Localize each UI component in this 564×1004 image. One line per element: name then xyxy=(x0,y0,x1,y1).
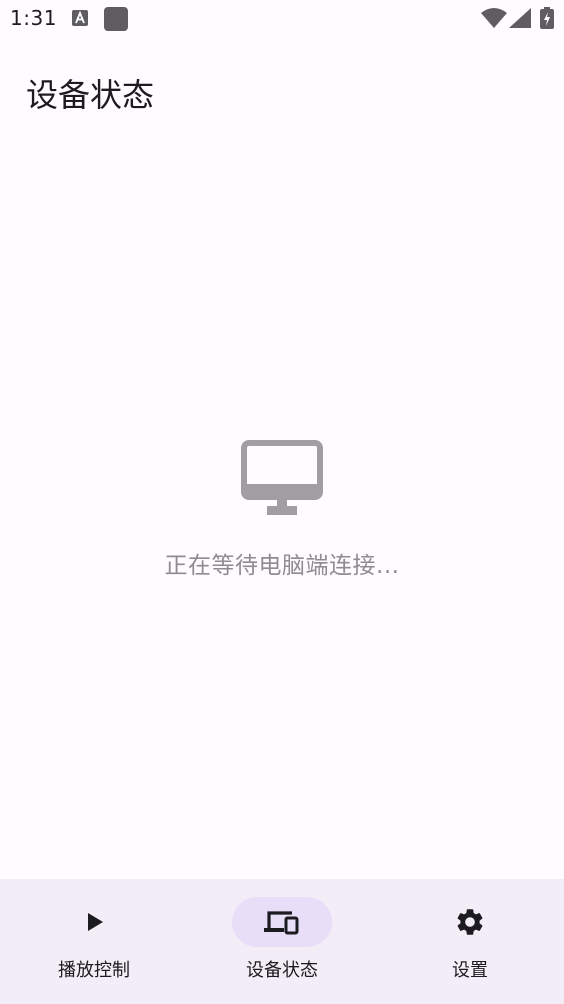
nav-label: 设备状态 xyxy=(246,960,318,981)
signal-icon xyxy=(509,8,531,32)
status-time: 1:31 xyxy=(10,6,57,30)
settings-gear-icon xyxy=(457,909,483,935)
page-title: 设备状态 xyxy=(26,76,155,114)
nav-label: 设置 xyxy=(452,960,488,981)
empty-state-message: 正在等待电脑端连接... xyxy=(164,553,400,579)
notification-square-icon xyxy=(104,7,128,35)
nav-indicator xyxy=(44,897,144,947)
nav-indicator xyxy=(420,897,520,947)
bottom-navigation: 播放控制 设备状态 设置 xyxy=(0,879,564,1004)
wifi-icon xyxy=(481,8,507,32)
nav-item-playback-control[interactable]: 播放控制 xyxy=(0,879,188,1004)
nav-item-device-status[interactable]: 设备状态 xyxy=(188,879,376,1004)
monitor-icon xyxy=(241,440,323,515)
nav-label: 播放控制 xyxy=(58,960,130,981)
empty-state: 正在等待电脑端连接... xyxy=(0,440,564,580)
notification-a-icon xyxy=(72,10,88,30)
nav-active-indicator xyxy=(232,897,332,947)
devices-icon xyxy=(264,911,299,935)
battery-charging-icon xyxy=(540,7,554,33)
status-bar: 1:31 xyxy=(0,0,564,40)
nav-item-settings[interactable]: 设置 xyxy=(376,879,564,1004)
play-icon xyxy=(88,913,103,931)
